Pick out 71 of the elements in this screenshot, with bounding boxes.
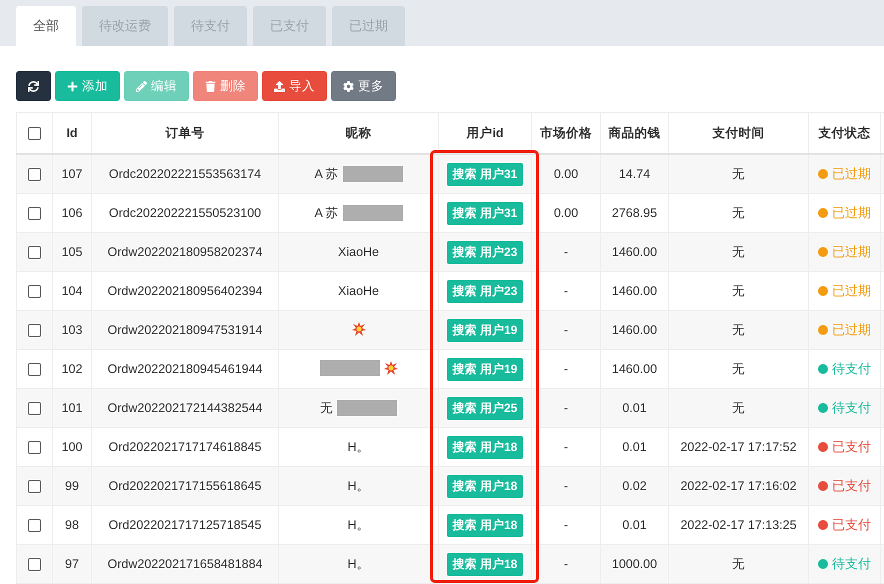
user-search-tag[interactable]: 搜索 用户19 (446, 358, 524, 380)
table-cell: 无 (668, 544, 808, 584)
redaction-block (342, 205, 403, 221)
status-text: 已支付 (832, 477, 871, 495)
tab[interactable]: 全部 (16, 6, 76, 46)
add-button[interactable]: 添加 (55, 71, 120, 101)
user-search-tag[interactable]: 搜索 用户31 (446, 202, 524, 224)
gear-icon (343, 80, 354, 92)
nickname-text: A 苏 (314, 166, 339, 182)
checkbox[interactable] (28, 127, 41, 140)
checkbox[interactable] (28, 363, 41, 376)
table-cell: 1000.00 (600, 544, 668, 584)
status-text: 待支付 (832, 555, 871, 573)
tab[interactable]: 待支付 (174, 6, 247, 46)
checkbox[interactable] (28, 519, 41, 532)
import-button[interactable]: 导入 (262, 71, 327, 101)
more-button[interactable]: 更多 (331, 71, 396, 101)
checkbox[interactable] (28, 402, 41, 416)
refresh-button[interactable] (16, 71, 51, 101)
edit-button[interactable]: 编辑 (124, 71, 189, 101)
status-text: 已过期 (832, 282, 871, 300)
status-text: 已支付 (832, 438, 871, 456)
tab[interactable]: 已支付 (253, 6, 326, 46)
checkbox[interactable] (28, 480, 41, 494)
trash-icon (205, 80, 216, 92)
checkbox[interactable] (28, 441, 41, 454)
user-search-tag[interactable]: 搜索 用户18 (446, 514, 524, 536)
user-search-tag[interactable]: 搜索 用户18 (446, 552, 524, 576)
checkbox[interactable] (28, 285, 41, 298)
pencil-icon (136, 80, 147, 92)
checkbox[interactable] (28, 246, 41, 260)
user-search-tag[interactable]: 搜索 用户19 (446, 318, 524, 342)
tab[interactable]: 已过期 (332, 6, 405, 46)
status-text: 待支付 (832, 399, 871, 417)
nickname-text: XiaoHe (338, 284, 379, 298)
nickname-text: H。 (347, 438, 370, 456)
nickname-text: H。 (347, 556, 370, 572)
nickname-text: H。 (347, 516, 370, 534)
delete-button[interactable]: 删除 (193, 71, 258, 101)
tab[interactable]: 待改运费 (82, 6, 168, 46)
user-search-tag[interactable]: 搜索 用户31 (446, 162, 524, 186)
user-search-tag[interactable]: 搜索 用户18 (446, 436, 524, 458)
table-cell: - (532, 544, 600, 584)
redaction-block (320, 360, 380, 376)
plus-icon (67, 80, 78, 92)
redaction-block (337, 400, 397, 416)
table-cell: 97 (52, 544, 92, 584)
table-cell: Ordw202202171658481884 (92, 544, 278, 584)
refresh-icon (28, 80, 39, 92)
nickname-text: 无 (320, 400, 333, 416)
nickname-text: H。 (347, 478, 370, 494)
status-text: 待支付 (832, 360, 871, 378)
nickname-text: A 苏 (314, 204, 339, 222)
checkbox[interactable] (28, 558, 41, 572)
redaction-block (342, 166, 403, 182)
status-text: 已过期 (832, 321, 871, 339)
status-text: 已过期 (832, 204, 871, 222)
status-text: 已过期 (832, 165, 871, 183)
user-search-tag[interactable]: 搜索 用户23 (446, 280, 524, 302)
explosion-icon (352, 322, 366, 336)
nickname-text: XiaoHe (338, 245, 379, 259)
checkbox[interactable] (28, 207, 41, 220)
checkbox[interactable] (28, 324, 41, 338)
upload-icon (274, 80, 285, 92)
status-text: 已支付 (832, 516, 871, 534)
status-text: 已过期 (832, 243, 871, 261)
checkbox[interactable] (28, 168, 41, 182)
user-search-tag[interactable]: 搜索 用户23 (446, 240, 524, 264)
user-search-tag[interactable]: 搜索 用户18 (446, 474, 524, 498)
explosion-icon (384, 360, 398, 374)
user-search-tag[interactable]: 搜索 用户25 (446, 396, 524, 420)
